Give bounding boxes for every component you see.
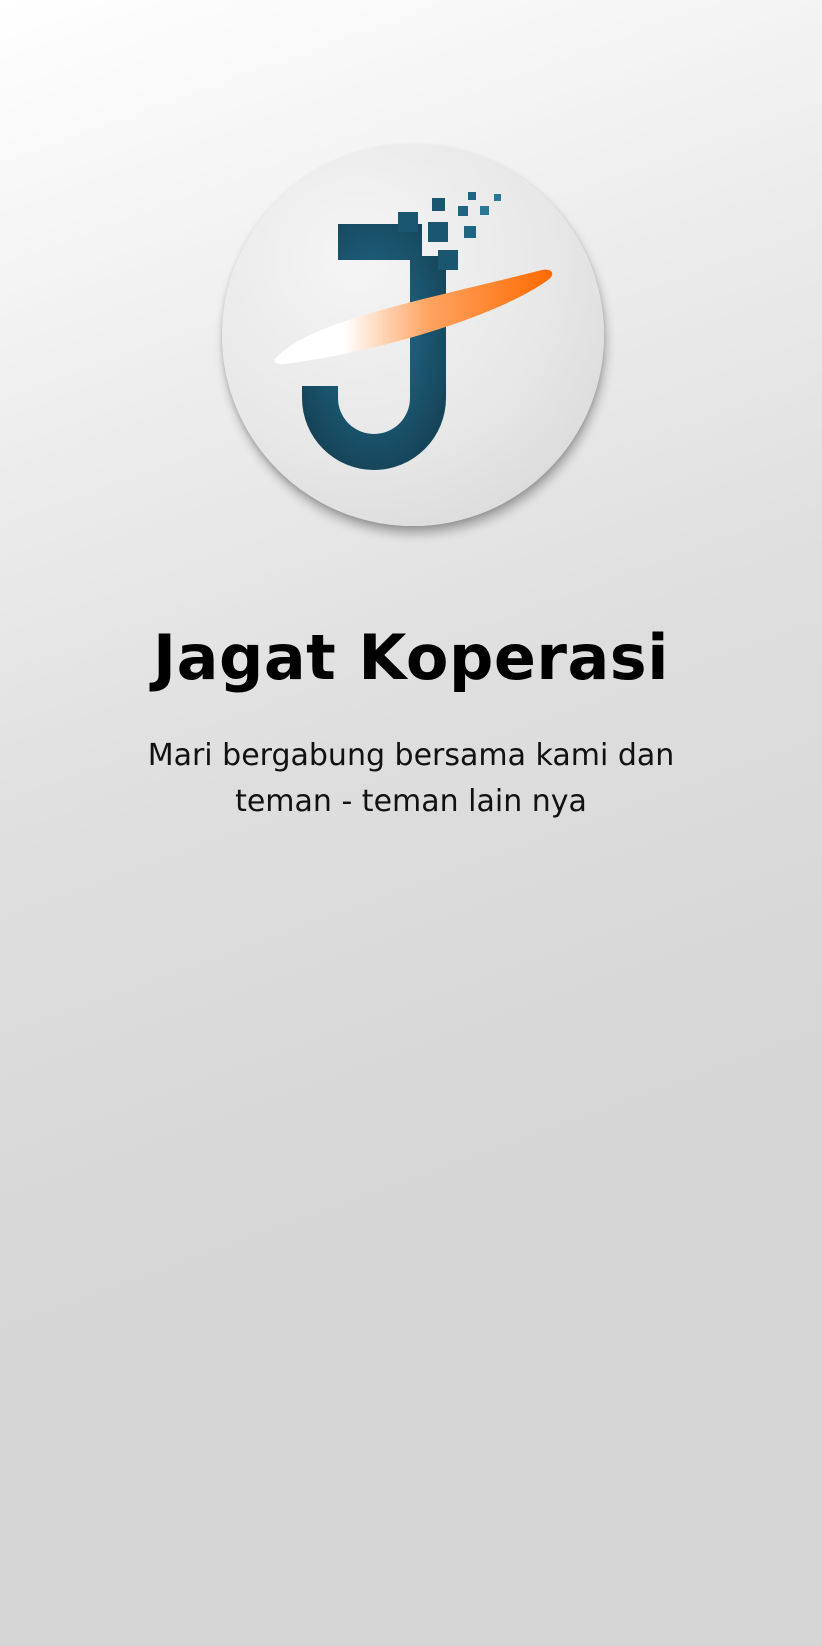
splash-screen: Jagat Koperasi Mari bergabung bersama ka…: [0, 0, 822, 1646]
app-logo: [222, 144, 604, 526]
jagat-koperasi-logo-icon: [274, 192, 553, 470]
app-title: Jagat Koperasi: [153, 621, 669, 694]
app-subtitle: Mari bergabung bersama kami dan teman - …: [147, 738, 675, 819]
